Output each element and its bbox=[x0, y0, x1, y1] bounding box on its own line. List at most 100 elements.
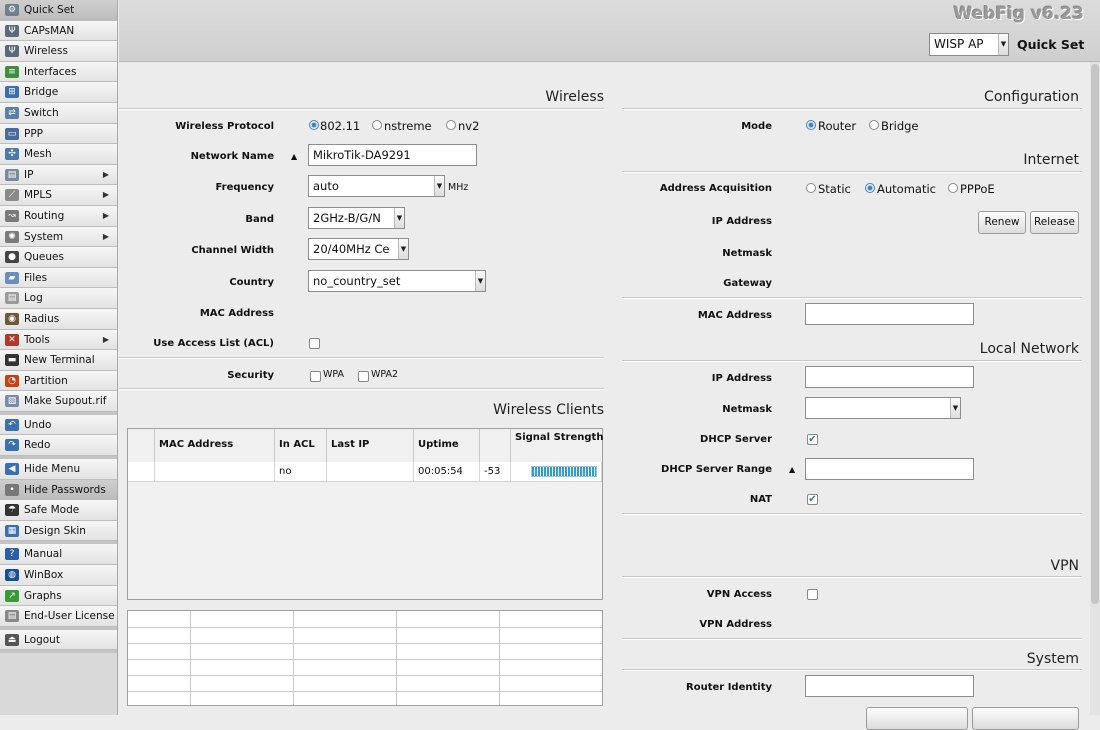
sidebar-item-tools[interactable]: ✕ Tools ▶ bbox=[0, 329, 117, 351]
sidebar-item-graphs[interactable]: ↗ Graphs bbox=[0, 585, 117, 607]
nat-checkbox[interactable]: ✔ bbox=[807, 494, 818, 505]
protocol-80211-radio[interactable] bbox=[309, 120, 319, 130]
local-ip-input[interactable] bbox=[805, 366, 974, 388]
sidebar-item-ip[interactable]: ▤ IP ▶ bbox=[0, 164, 117, 186]
mode-bridge-radio[interactable] bbox=[869, 120, 879, 130]
country-select[interactable]: no_country_set ▼ bbox=[308, 270, 486, 292]
sidebar-item-ppp[interactable]: ▭ PPP bbox=[0, 123, 117, 145]
dhcp-range-input[interactable] bbox=[805, 458, 974, 480]
sidebar-item-log[interactable]: ▤ Log bbox=[0, 288, 117, 309]
band-select[interactable]: 2GHz-B/G/N ▼ bbox=[308, 207, 405, 229]
sidebar-item-make-supout-rif[interactable]: ▧ Make Supout.rif bbox=[0, 391, 117, 412]
graphs-icon: ↗ bbox=[5, 589, 19, 602]
chevron-right-icon: ▶ bbox=[102, 231, 109, 241]
frequency-unit: MHz bbox=[448, 182, 469, 193]
collapse-triangle-icon[interactable]: ▲ bbox=[789, 465, 795, 474]
local-netmask-label: Netmask bbox=[722, 404, 772, 415]
divider bbox=[119, 108, 604, 110]
dhcp-server-checkbox[interactable]: ✔ bbox=[807, 434, 818, 445]
release-button[interactable]: Release bbox=[1030, 211, 1079, 234]
sidebar-item-end-user-license[interactable]: ▤ End-User License bbox=[0, 606, 117, 627]
frequency-label: Frequency bbox=[215, 182, 274, 193]
sidebar-item-label: End-User License bbox=[24, 610, 115, 623]
acl-checkbox[interactable] bbox=[309, 338, 320, 349]
apply-button[interactable] bbox=[866, 707, 968, 730]
sidebar-item-switch[interactable]: ⇄ Switch bbox=[0, 102, 117, 124]
sidebar-item-mesh[interactable]: ✣ Mesh bbox=[0, 144, 117, 165]
divider bbox=[119, 357, 604, 359]
sidebar-item-hide-passwords[interactable]: • Hide Passwords bbox=[0, 479, 117, 501]
sidebar-item-new-terminal[interactable]: ▬ New Terminal bbox=[0, 350, 117, 371]
col-header-last-ip[interactable]: Last IP bbox=[327, 429, 414, 462]
sidebar-item-routing[interactable]: ↝ Routing ▶ bbox=[0, 205, 117, 227]
divider bbox=[622, 576, 1082, 578]
routing-icon: ↝ bbox=[5, 209, 19, 222]
vpn-access-checkbox[interactable] bbox=[807, 589, 818, 600]
sidebar-item-bridge[interactable]: ⊞ Bridge bbox=[0, 82, 117, 103]
wpa-checkbox[interactable] bbox=[310, 371, 321, 382]
wireless-section-title: Wireless bbox=[545, 89, 604, 105]
sidebar-item-quick-set[interactable]: ⚙ Quick Set bbox=[0, 0, 117, 21]
renew-button[interactable]: Renew bbox=[978, 211, 1026, 234]
sidebar-item-logout[interactable]: ⏏ Logout bbox=[0, 629, 117, 651]
sidebar-item-label: System bbox=[24, 230, 64, 243]
internet-mac-input[interactable] bbox=[805, 303, 974, 325]
table-header-spacer bbox=[480, 429, 511, 462]
sidebar-item-wireless[interactable]: Ψ Wireless bbox=[0, 41, 117, 62]
chevron-down-icon: ▼ bbox=[398, 239, 408, 259]
sidebar-item-mpls[interactable]: ⟋ MPLS ▶ bbox=[0, 185, 117, 206]
channel-width-select[interactable]: 20/40MHz Ce ▼ bbox=[308, 238, 409, 260]
sidebar-item-safe-mode[interactable]: ☂ Safe Mode bbox=[0, 500, 117, 521]
sidebar-item-hide-menu[interactable]: ◀ Hide Menu bbox=[0, 459, 117, 480]
local-netmask-select[interactable]: ▼ bbox=[805, 397, 961, 419]
sidebar-item-manual[interactable]: ? Manual bbox=[0, 544, 117, 566]
collapse-triangle-icon[interactable]: ▲ bbox=[291, 152, 297, 161]
page-scrollbar[interactable] bbox=[1090, 62, 1100, 715]
sidebar-item-capsman[interactable]: Ψ CAPsMAN bbox=[0, 20, 117, 42]
sidebar-item-radius[interactable]: ◉ Radius bbox=[0, 308, 117, 330]
cancel-button[interactable] bbox=[972, 707, 1079, 730]
mode-router-radio[interactable] bbox=[806, 120, 816, 130]
sidebar-item-label: Files bbox=[24, 271, 48, 284]
router-identity-input[interactable] bbox=[805, 675, 974, 697]
col-header-signal[interactable]: Signal Strength bbox=[511, 429, 604, 462]
grid-row bbox=[128, 659, 602, 660]
table-cell-select[interactable] bbox=[128, 462, 155, 482]
sidebar-group: ⏏ Logout bbox=[0, 629, 117, 654]
wpa2-checkbox[interactable] bbox=[358, 371, 369, 382]
col-header-in-acl[interactable]: In ACL bbox=[275, 429, 327, 462]
protocol-nv2-radio[interactable] bbox=[446, 120, 456, 130]
sidebar-item-system[interactable]: ✺ System ▶ bbox=[0, 226, 117, 248]
sidebar-item-undo[interactable]: ↶ Undo bbox=[0, 414, 117, 436]
sidebar-item-interfaces[interactable]: ≡ Interfaces bbox=[0, 61, 117, 83]
col-header-uptime[interactable]: Uptime bbox=[414, 429, 480, 462]
webfig-brand: WebFig v6.23 bbox=[953, 4, 1084, 24]
preset-select[interactable]: WISP AP ▼ bbox=[929, 33, 1009, 56]
antenna-icon: Ψ bbox=[5, 45, 19, 58]
sidebar-item-redo[interactable]: ↷ Redo bbox=[0, 435, 117, 457]
wireless-clients-table: MAC Address In ACL Last IP Uptime Signal… bbox=[127, 428, 603, 600]
divider bbox=[622, 669, 1082, 671]
empty-grid-table bbox=[127, 610, 603, 706]
acq-static-radio[interactable] bbox=[806, 183, 816, 193]
sidebar-item-files[interactable]: ▰ Files bbox=[0, 267, 117, 289]
sidebar-item-winbox[interactable]: ◍ WinBox bbox=[0, 565, 117, 586]
acq-automatic-radio[interactable] bbox=[865, 183, 875, 193]
terminal-icon: ▬ bbox=[5, 354, 19, 367]
sidebar-item-queues[interactable]: ● Queues bbox=[0, 247, 117, 268]
scrollbar-thumb[interactable] bbox=[1091, 64, 1099, 604]
frequency-select[interactable]: auto ▼ bbox=[308, 175, 445, 197]
sidebar-item-partition[interactable]: ◔ Partition bbox=[0, 370, 117, 392]
sidebar-item-label: Wireless bbox=[24, 45, 68, 58]
table-cell-in-acl: no bbox=[275, 462, 327, 482]
sidebar-item-design-skin[interactable]: ▦ Design Skin bbox=[0, 520, 117, 542]
acq-pppoe-radio[interactable] bbox=[948, 183, 958, 193]
sidebar-item-label: WinBox bbox=[24, 569, 64, 582]
sidebar-item-label: Quick Set bbox=[24, 4, 75, 16]
license-icon: ▤ bbox=[5, 610, 19, 623]
gear-icon: ✺ bbox=[5, 230, 19, 243]
protocol-nstreme-radio[interactable] bbox=[372, 120, 382, 130]
divider bbox=[622, 171, 1082, 173]
network-name-input[interactable]: MikroTik-DA9291 bbox=[308, 144, 477, 166]
col-header-mac[interactable]: MAC Address bbox=[155, 429, 275, 462]
